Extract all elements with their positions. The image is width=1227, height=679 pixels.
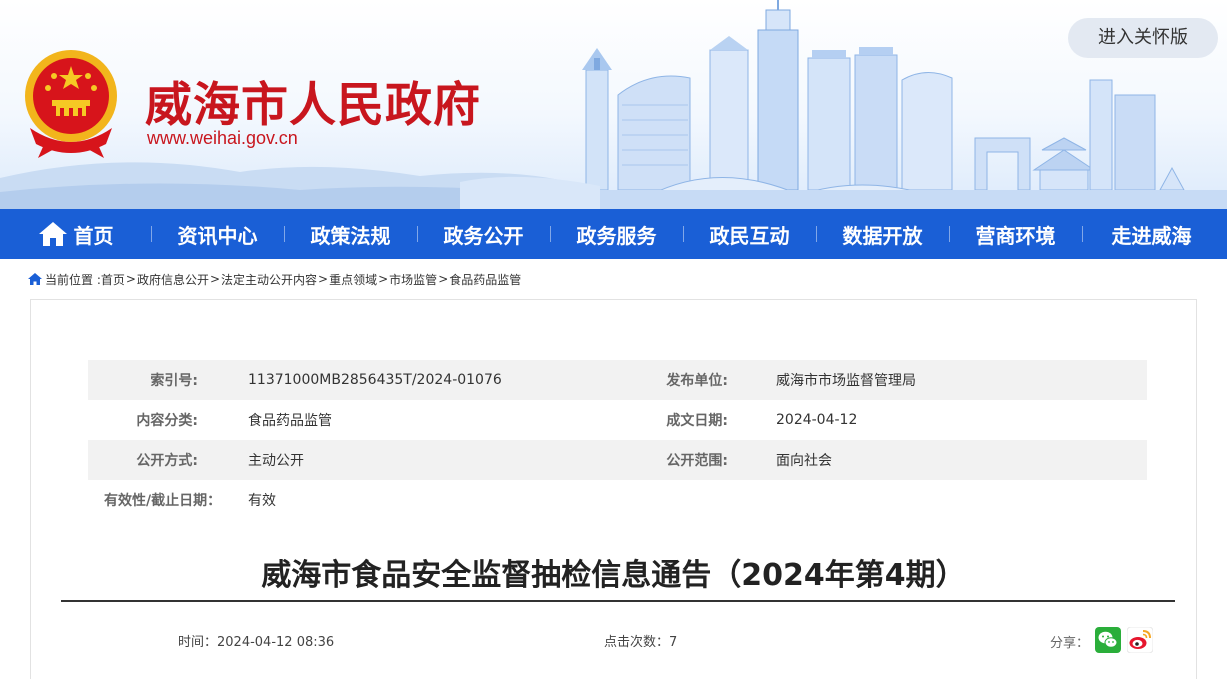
info-meta-table: 索引号: 11371000MB2856435T/2024-01076 发布单位:… xyxy=(88,360,1147,520)
publish-time-value: 2024-04-12 08:36 xyxy=(217,635,335,650)
breadcrumb-separator: > xyxy=(318,272,329,286)
method-value: 主动公开 xyxy=(248,453,304,469)
index-value: 11371000MB2856435T/2024-01076 xyxy=(248,372,502,388)
site-header: 威海市人民政府 www.weihai.gov.cn 进入关怀版 xyxy=(0,0,1227,209)
breadcrumb-separator: > xyxy=(209,272,221,286)
validity-value: 有效 xyxy=(248,493,276,509)
breadcrumb-link-food-drug[interactable]: 食品药品监管 xyxy=(449,271,521,288)
date-label: 成文日期: xyxy=(666,413,728,429)
validity-label: 有效性/截止日期： xyxy=(104,493,222,509)
publish-time: 时间：2024-04-12 08:36 xyxy=(178,631,334,650)
nav-item-news[interactable]: 资讯中心 xyxy=(151,209,284,259)
nav-item-about-weihai[interactable]: 走进威海 xyxy=(1082,209,1221,259)
nav-item-label: 政务服务 xyxy=(576,223,657,248)
breadcrumb-separator: > xyxy=(378,272,389,286)
breadcrumb-separator: > xyxy=(438,272,449,286)
nav-item-label: 首页 xyxy=(73,223,114,248)
click-count: 点击次数：7 xyxy=(604,631,677,650)
category-value: 食品药品监管 xyxy=(248,413,332,429)
date-value: 2024-04-12 xyxy=(776,412,858,428)
method-label: 公开方式: xyxy=(136,453,198,469)
national-emblem-icon xyxy=(25,50,117,158)
site-url: www.weihai.gov.cn xyxy=(147,128,298,148)
nav-item-open-data[interactable]: 数据开放 xyxy=(816,209,949,259)
meta-row: 索引号: 11371000MB2856435T/2024-01076 发布单位:… xyxy=(88,360,1147,400)
publisher-value: 威海市市场监督管理局 xyxy=(776,373,916,389)
breadcrumb-link-key-areas[interactable]: 重点领域 xyxy=(329,271,377,288)
index-label: 索引号: xyxy=(150,373,198,389)
breadcrumb-link-gov-info[interactable]: 政府信息公开 xyxy=(137,271,209,288)
care-mode-button[interactable]: 进入关怀版 xyxy=(1068,18,1218,58)
weibo-share-icon[interactable] xyxy=(1127,627,1153,653)
meta-row: 内容分类: 食品药品监管 成文日期: 2024-04-12 xyxy=(88,400,1147,440)
nav-item-label: 资讯中心 xyxy=(177,223,258,248)
nav-item-label: 走进威海 xyxy=(1111,223,1192,248)
home-icon xyxy=(38,222,67,246)
nav-item-business-env[interactable]: 营商环境 xyxy=(949,209,1082,259)
article-title: 威海市食品安全监督抽检信息通告（2024年第4期） xyxy=(261,558,966,593)
nav-item-label: 政务公开 xyxy=(443,223,524,248)
title-divider xyxy=(61,600,1175,602)
publish-time-label: 时间： xyxy=(178,635,218,650)
breadcrumb-prefix: 当前位置 : xyxy=(45,272,101,287)
nav-item-home[interactable]: 首页 xyxy=(0,209,151,259)
nav-item-gov-affairs[interactable]: 政务公开 xyxy=(417,209,550,259)
nav-item-label: 数据开放 xyxy=(842,223,923,248)
category-label: 内容分类: xyxy=(136,413,198,429)
breadcrumb: 当前位置 : 首页 > 政府信息公开 > 法定主动公开内容 > 重点领域 > 市… xyxy=(28,270,521,288)
share-label: 分享： xyxy=(1050,636,1090,651)
wechat-share-icon[interactable] xyxy=(1095,627,1121,653)
publisher-label: 发布单位: xyxy=(666,373,728,389)
scope-label: 公开范围: xyxy=(666,453,728,469)
click-count-label: 点击次数： xyxy=(604,635,670,650)
main-nav: 首页 资讯中心 政策法规 政务公开 政务服务 政民互动 数据开放 营商环境 走进… xyxy=(0,209,1227,259)
breadcrumb-separator: > xyxy=(125,272,136,286)
breadcrumb-link-statutory[interactable]: 法定主动公开内容 xyxy=(221,271,317,288)
breadcrumb-link-home[interactable]: 首页 xyxy=(101,271,125,288)
breadcrumb-link-market[interactable]: 市场监管 xyxy=(389,271,437,288)
nav-item-label: 营商环境 xyxy=(975,223,1056,248)
nav-item-interaction[interactable]: 政民互动 xyxy=(683,209,816,259)
nav-item-label: 政策法规 xyxy=(310,223,391,248)
meta-row: 有效性/截止日期： 有效 xyxy=(88,480,1147,520)
meta-row: 公开方式: 主动公开 公开范围: 面向社会 xyxy=(88,440,1147,480)
click-count-value: 7 xyxy=(669,635,678,650)
site-title: 威海市人民政府 xyxy=(145,78,481,133)
nav-item-policy[interactable]: 政策法规 xyxy=(284,209,417,259)
nav-item-label: 政民互动 xyxy=(709,223,790,248)
home-icon xyxy=(28,273,42,285)
scope-value: 面向社会 xyxy=(776,453,832,469)
nav-item-gov-services[interactable]: 政务服务 xyxy=(550,209,683,259)
